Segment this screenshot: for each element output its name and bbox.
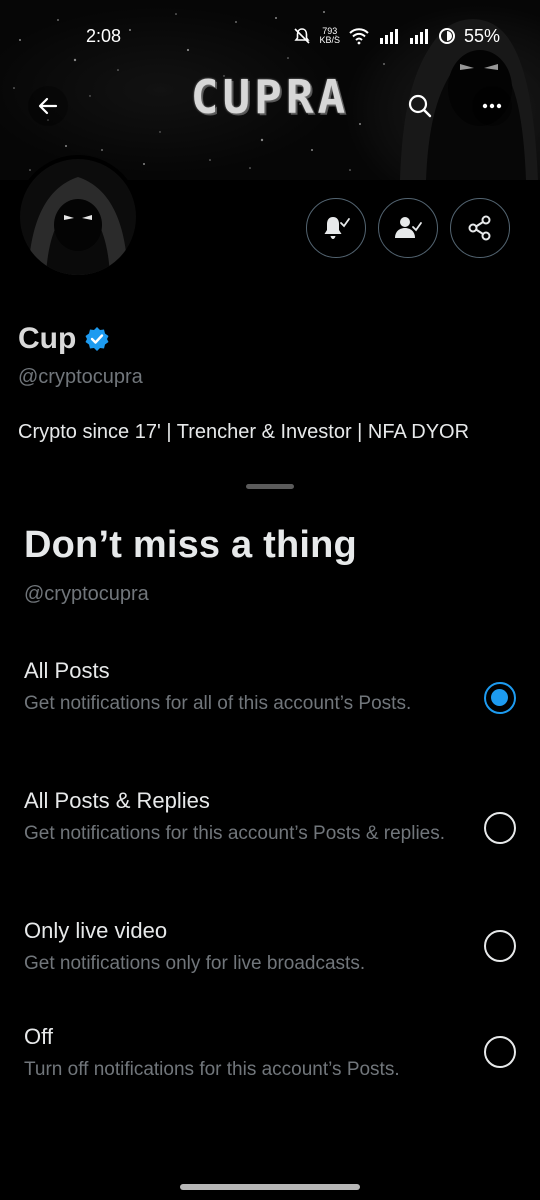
home-indicator[interactable]: [180, 1184, 360, 1190]
battery-level: 55%: [463, 25, 500, 46]
signal-icon-1: [379, 29, 398, 44]
status-bar: 2:08 793 KB/S 55%: [0, 0, 540, 72]
radio-all-posts-replies[interactable]: [484, 812, 516, 844]
sheet-title: Don’t miss a thing: [24, 524, 357, 566]
profile-handle: @cryptocupra: [18, 366, 143, 388]
option-description: Get notifications only for live broadcas…: [24, 953, 366, 974]
more-button[interactable]: [472, 86, 512, 126]
avatar[interactable]: [16, 155, 140, 279]
option-title: All Posts & Replies: [24, 788, 210, 813]
wifi-icon: [349, 28, 369, 45]
option-only-live-video[interactable]: Only live video Get notifications only f…: [0, 918, 540, 976]
battery-icon: [438, 28, 455, 44]
more-horizontal-icon: [482, 103, 502, 109]
back-button[interactable]: [28, 86, 68, 126]
profile-screen: CUPRA 2:08 793 KB/S 55% Cup @cryptocupra…: [0, 0, 540, 1200]
profile-bio: Crypto since 17' | Trencher & Investor |…: [18, 421, 470, 443]
status-icons: 793 KB/S 55%: [293, 26, 500, 47]
share-icon: [468, 215, 491, 241]
profile-name-text: Cup: [18, 322, 77, 355]
signal-icon-2: [409, 29, 428, 44]
notifications-button[interactable]: [306, 198, 366, 258]
profile-name: Cup: [18, 322, 110, 356]
option-off[interactable]: Off Turn off notifications for this acco…: [0, 1024, 540, 1082]
option-description: Get notifications for all of this accoun…: [24, 693, 412, 714]
avatar-image: [20, 159, 136, 275]
option-title: All Posts: [24, 658, 110, 683]
notification-settings-sheet: Don’t miss a thing @cryptocupra All Post…: [0, 466, 540, 1200]
share-button[interactable]: [450, 198, 510, 258]
network-speed: 793 KB/S: [319, 26, 340, 45]
status-time: 2:08: [86, 25, 122, 46]
sheet-subtitle: @cryptocupra: [24, 583, 149, 605]
search-button[interactable]: [400, 86, 440, 126]
option-all-posts-replies[interactable]: All Posts & Replies Get notifications fo…: [0, 788, 540, 846]
banner-title: CUPRA: [190, 70, 350, 124]
sheet-drag-handle[interactable]: [246, 484, 294, 489]
radio-off[interactable]: [484, 1036, 516, 1068]
search-icon: [408, 94, 432, 118]
option-all-posts[interactable]: All Posts Get notifications for all of t…: [0, 658, 540, 716]
radio-only-live-video[interactable]: [484, 930, 516, 962]
user-check-icon: [395, 217, 422, 238]
following-button[interactable]: [378, 198, 438, 258]
bell-check-icon: [324, 217, 350, 239]
arrow-left-icon: [38, 97, 58, 115]
option-title: Off: [24, 1024, 53, 1049]
option-description: Turn off notifications for this account’…: [24, 1059, 400, 1080]
radio-all-posts[interactable]: [484, 682, 516, 714]
verified-badge-icon[interactable]: [84, 326, 110, 352]
option-title: Only live video: [24, 918, 168, 943]
option-description: Get notifications for this account’s Pos…: [24, 823, 446, 844]
mute-icon: [294, 28, 311, 44]
